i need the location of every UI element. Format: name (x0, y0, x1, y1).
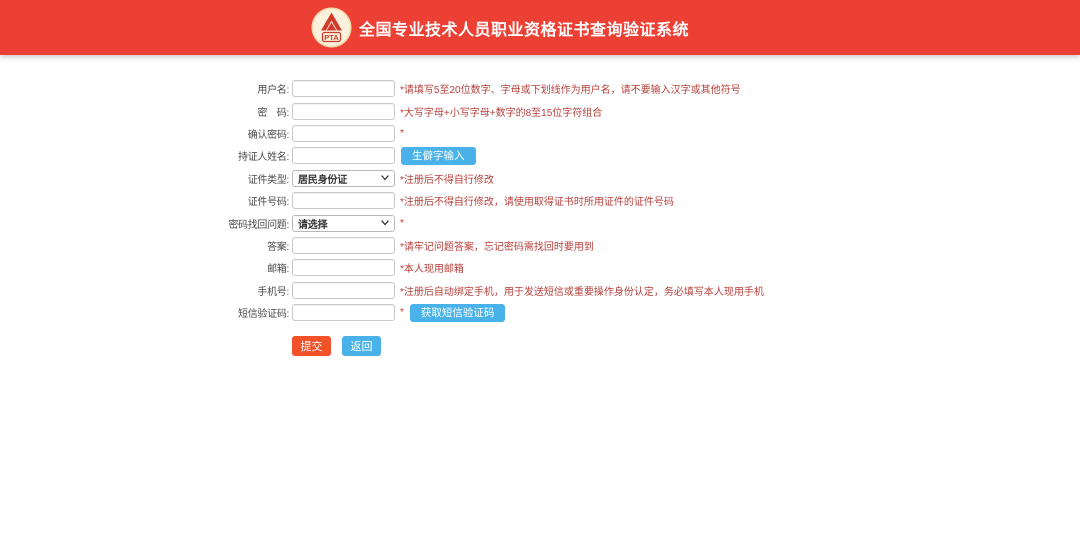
cert-type-label: 证件类型: (227, 171, 289, 186)
form-row-cert-type: 证件类型: 居民身份证 *注册后不得自行修改 (227, 170, 764, 188)
confirm-password-input[interactable] (292, 125, 395, 142)
cert-number-label: 证件号码: (227, 193, 289, 208)
answer-label: 答案: (227, 238, 289, 253)
cert-number-input[interactable] (292, 192, 395, 209)
rare-character-input-button[interactable]: 生僻字输入 (401, 147, 476, 165)
mobile-number-input[interactable] (292, 282, 395, 299)
form-row-answer: 答案: *请牢记问题答案，忘记密码需找回时要用到 (227, 237, 764, 255)
form-row-username: 用户名: *请填写5至20位数字、字母或下划线作为用户名，请不要输入汉字或其他符… (227, 80, 764, 98)
confirm-password-required-star: * (400, 128, 404, 139)
password-label: 密 码: (227, 104, 289, 119)
page-title: 全国专业技术人员职业资格证书查询验证系统 (359, 16, 689, 40)
pta-logo: PTA (311, 7, 352, 48)
header-bar: PTA 全国专业技术人员职业资格证书查询验证系统 (0, 0, 1080, 55)
username-input[interactable] (292, 80, 395, 97)
form-actions: 提交 返回 (292, 336, 764, 356)
username-hint: *请填写5至20位数字、字母或下划线作为用户名，请不要输入汉字或其他符号 (400, 81, 741, 96)
form-row-mobile-number: 手机号: *注册后自动绑定手机，用于发送短信或重要操作身份认定，务必填写本人现用… (227, 282, 764, 300)
password-recovery-question-label: 密码找回问题: (227, 216, 289, 231)
email-input[interactable] (292, 259, 395, 276)
password-recovery-question-required-star: * (400, 218, 404, 229)
sms-code-required-star: * (400, 307, 404, 318)
sms-code-input[interactable] (292, 304, 395, 321)
brand: PTA 全国专业技术人员职业资格证书查询验证系统 (311, 0, 689, 55)
cert-holder-name-input[interactable] (292, 147, 395, 164)
back-button[interactable]: 返回 (342, 336, 381, 356)
form-row-cert-holder-name: 持证人姓名: 生僻字输入 (227, 147, 764, 165)
password-hint: *大写字母+小写字母+数字的8至15位字符组合 (400, 104, 602, 119)
username-label: 用户名: (227, 81, 289, 96)
chevron-down-icon (381, 175, 389, 181)
password-recovery-question-selected-value: 请选择 (298, 216, 327, 231)
chevron-down-icon (381, 220, 389, 226)
form-row-password: 密 码: *大写字母+小写字母+数字的8至15位字符组合 (227, 102, 764, 120)
cert-type-selected-value: 居民身份证 (298, 171, 347, 186)
pta-logo-text: PTA (324, 33, 339, 42)
submit-button[interactable]: 提交 (292, 336, 331, 356)
form-row-cert-number: 证件号码: *注册后不得自行修改，请使用取得证书时所用证件的证件号码 (227, 192, 764, 210)
email-label: 邮箱: (227, 260, 289, 275)
form-row-password-recovery-question: 密码找回问题: 请选择 * (227, 214, 764, 232)
cert-holder-name-label: 持证人姓名: (227, 148, 289, 163)
get-sms-code-button[interactable]: 获取短信验证码 (410, 304, 506, 322)
answer-hint: *请牢记问题答案，忘记密码需找回时要用到 (400, 238, 594, 253)
mobile-number-label: 手机号: (227, 283, 289, 298)
registration-form: 用户名: *请填写5至20位数字、字母或下划线作为用户名，请不要输入汉字或其他符… (227, 80, 764, 356)
password-recovery-question-select[interactable]: 请选择 (292, 215, 395, 232)
answer-input[interactable] (292, 237, 395, 254)
form-row-sms-code: 短信验证码: * 获取短信验证码 (227, 304, 764, 322)
sms-code-label: 短信验证码: (227, 305, 289, 320)
mobile-number-hint: *注册后自动绑定手机，用于发送短信或重要操作身份认定，务必填写本人现用手机 (400, 283, 764, 298)
cert-type-select[interactable]: 居民身份证 (292, 170, 395, 187)
cert-type-hint: *注册后不得自行修改 (400, 171, 494, 186)
form-row-email: 邮箱: *本人现用邮箱 (227, 259, 764, 277)
password-input[interactable] (292, 103, 395, 120)
email-hint: *本人现用邮箱 (400, 260, 464, 275)
cert-number-hint: *注册后不得自行修改，请使用取得证书时所用证件的证件号码 (400, 193, 674, 208)
form-row-confirm-password: 确认密码: * (227, 125, 764, 143)
confirm-password-label: 确认密码: (227, 126, 289, 141)
